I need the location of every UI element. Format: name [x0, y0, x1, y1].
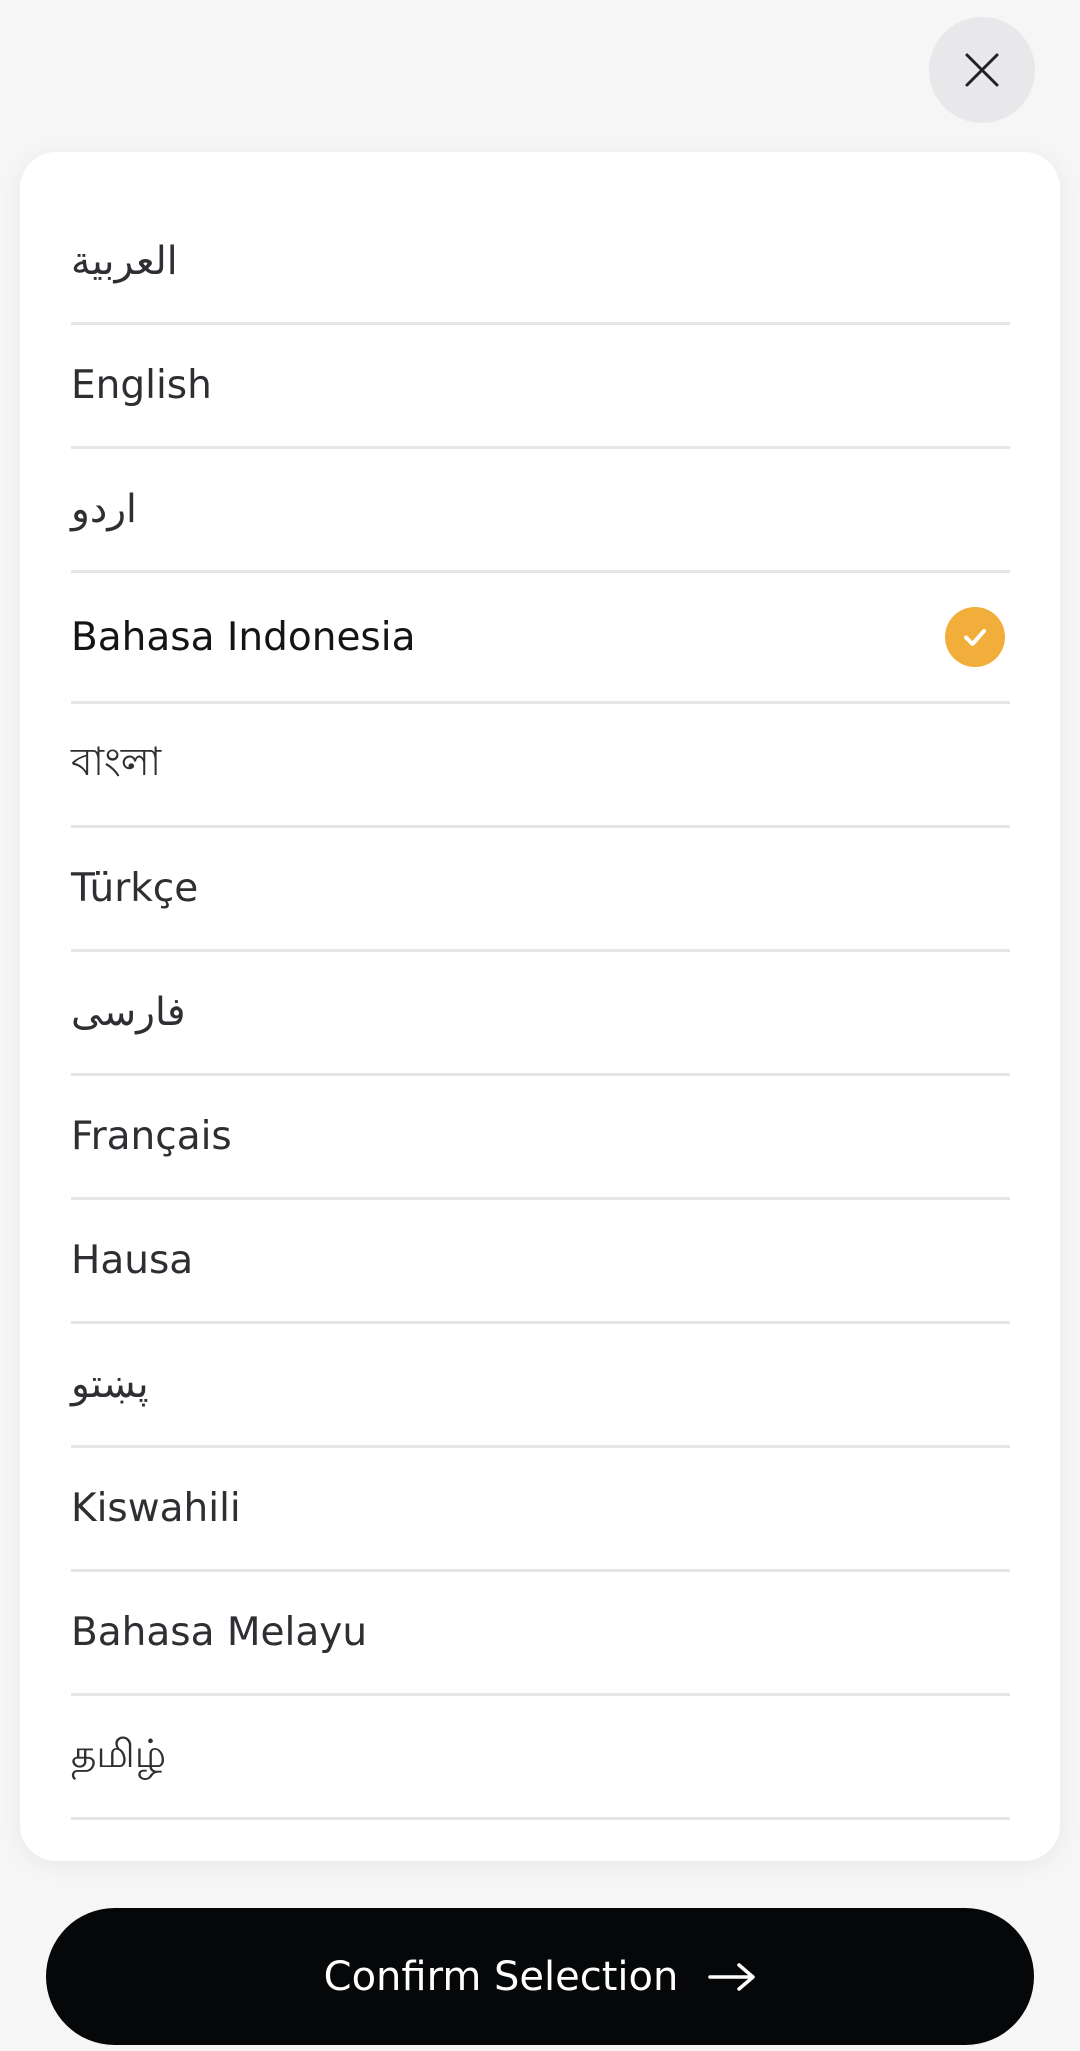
language-label: Français	[71, 1114, 232, 1159]
confirm-selection-label: Confirm Selection	[323, 1953, 679, 2000]
language-label: فارسی	[71, 990, 186, 1035]
check-icon	[945, 607, 1005, 667]
language-label: বাংলা	[71, 740, 162, 785]
arrow-right-icon	[708, 1962, 756, 1992]
language-label: தமிழ்	[71, 1731, 167, 1777]
language-label: Hausa	[71, 1238, 194, 1283]
language-option-tamil[interactable]: தமிழ்	[71, 1696, 1010, 1820]
language-label: English	[71, 363, 212, 408]
language-label: Bahasa Melayu	[71, 1610, 368, 1655]
language-option-bahasa-melayu[interactable]: Bahasa Melayu	[71, 1572, 1010, 1696]
language-option-bangla[interactable]: বাংলা	[71, 704, 1010, 828]
close-icon	[963, 51, 1001, 89]
language-label: اردو	[71, 487, 137, 532]
close-button[interactable]	[929, 17, 1035, 123]
language-list: العربية English اردو Bahasa Indonesia বা…	[20, 152, 1060, 1861]
language-option-pashto[interactable]: پښتو	[71, 1324, 1010, 1448]
language-option-english[interactable]: English	[71, 325, 1010, 449]
language-label: العربية	[71, 239, 178, 284]
language-option-hausa[interactable]: Hausa	[71, 1200, 1010, 1324]
language-option-french[interactable]: Français	[71, 1076, 1010, 1200]
language-option-urdu[interactable]: اردو	[71, 449, 1010, 573]
language-option-arabic[interactable]: العربية	[71, 201, 1010, 325]
language-option-bahasa-indonesia[interactable]: Bahasa Indonesia	[71, 573, 1010, 704]
language-option-kiswahili[interactable]: Kiswahili	[71, 1448, 1010, 1572]
language-option-persian[interactable]: فارسی	[71, 952, 1010, 1076]
language-label: Türkçe	[71, 866, 199, 911]
confirm-selection-button[interactable]: Confirm Selection	[46, 1908, 1034, 2045]
language-label: پښتو	[71, 1362, 149, 1407]
language-label: Bahasa Indonesia	[71, 614, 416, 660]
language-label: Kiswahili	[71, 1486, 241, 1531]
language-option-turkish[interactable]: Türkçe	[71, 828, 1010, 952]
